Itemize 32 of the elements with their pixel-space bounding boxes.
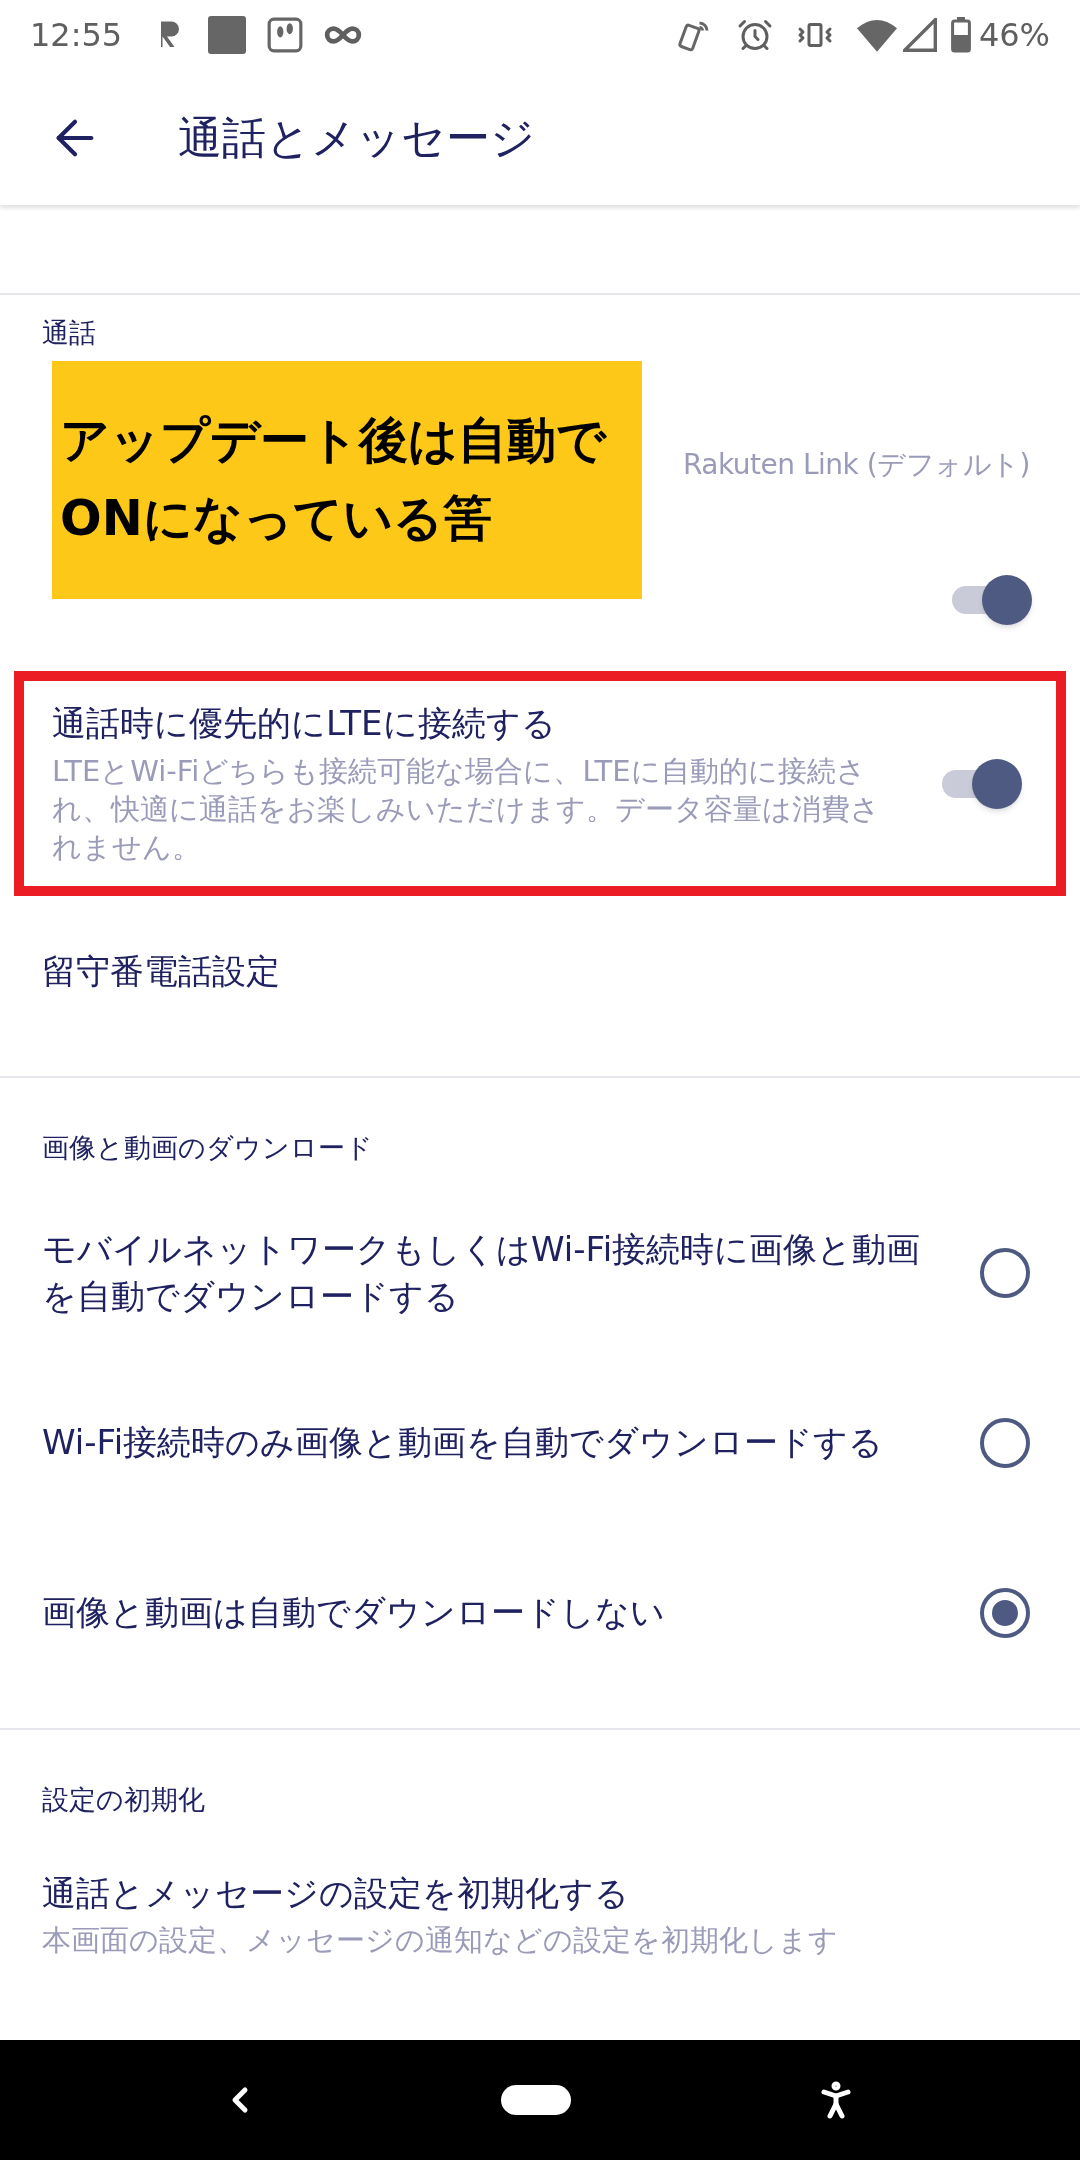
option-label: 画像と動画は自動でダウンロードしない <box>42 1591 666 1635</box>
annotation-text: アップデート後は自動で <box>60 411 608 472</box>
setting-title: 留守番電話設定 <box>42 950 281 994</box>
radio-option[interactable]: 画像と動画は自動でダウンロードしない <box>0 1528 1080 1699</box>
setting-description: 本画面の設定、メッセージの通知などの設定を初期化します <box>42 1921 839 1959</box>
page-title: 通話とメッセージ <box>178 110 535 165</box>
section-header: 通話 <box>42 315 96 350</box>
app-icon <box>208 16 247 54</box>
radio-button[interactable] <box>980 1418 1030 1469</box>
battery-icon <box>950 17 971 53</box>
setting-row[interactable]: 留守番電話設定 <box>0 896 1080 1047</box>
radio-button[interactable] <box>980 1248 1030 1299</box>
setting-row[interactable]: 通話とメッセージの設定を初期化する 本画面の設定、メッセージの通知などの設定を初期化します <box>0 1840 1080 1991</box>
radio-option[interactable]: Wi-Fi接続時のみ画像と動画を自動でダウンロードする <box>0 1358 1080 1529</box>
setting-row[interactable]: 通話時に優先的にLTEに接続する LTEとWi-Fiどちらも接続可能な場合に、LTEに自動的に接続され、快適に通話をお楽しみいただけます。データ容量は消費されません。 <box>24 701 1056 867</box>
signal-icon <box>902 18 937 52</box>
radio-option[interactable]: モバイルネットワークもしくはWi-Fi接続時に画像と動画を自動でダウンロードする <box>0 1188 1080 1359</box>
option-label: Wi-Fi接続時のみ画像と動画を自動でダウンロードする <box>42 1421 885 1465</box>
home-nav-button[interactable] <box>501 2085 571 2115</box>
annotation-text: ONになっている筈 <box>60 489 493 549</box>
battery-percent: 46% <box>978 15 1050 56</box>
wifi-icon <box>856 18 897 52</box>
alarm-icon <box>736 17 773 53</box>
setting-value: Rakuten Link (デフォルト) <box>682 447 1030 483</box>
setting-title: 通話とメッセージの設定を初期化する <box>42 1872 630 1916</box>
clock: 12:55 <box>30 15 123 56</box>
radio-button[interactable] <box>980 1588 1030 1639</box>
section-header: 画像と動画のダウンロード <box>42 1130 373 1165</box>
setting-description: LTEとWi-Fiどちらも接続可能な場合に、LTEに自動的に接続され、快適に通話をお楽しみいただけます。データ容量は消費されません。 <box>52 753 881 866</box>
option-label: モバイルネットワークもしくはWi-Fi接続時に画像と動画を自動でダウンロードする <box>42 1227 922 1319</box>
section-header: 設定の初期化 <box>42 1782 205 1817</box>
setting-title: 通話時に優先的にLTEに接続する <box>52 702 557 745</box>
